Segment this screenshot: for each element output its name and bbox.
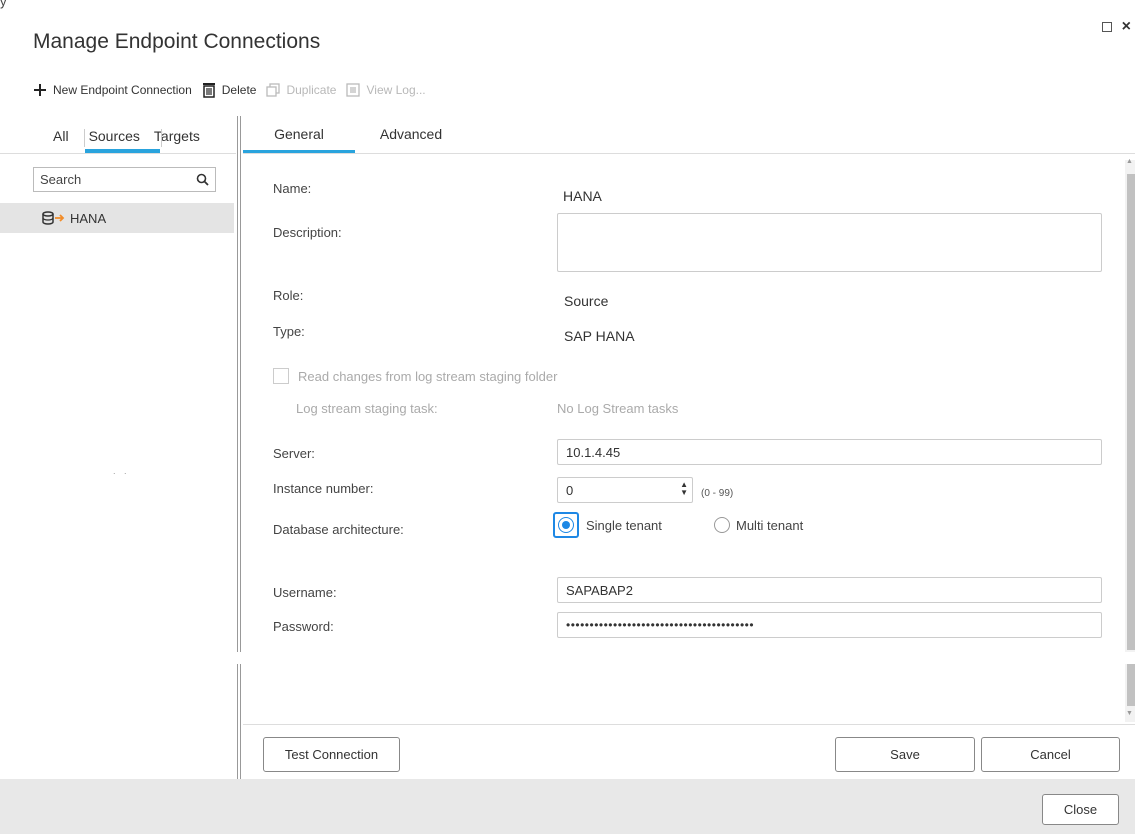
name-label: Name: <box>273 181 312 196</box>
search-placeholder: Search <box>40 172 82 187</box>
type-value: SAP HANA <box>564 328 635 344</box>
source-database-icon <box>42 211 65 225</box>
tab-divider <box>161 129 162 147</box>
save-button[interactable]: Save <box>835 737 975 772</box>
close-icon[interactable]: × <box>1122 19 1131 35</box>
tab-divider <box>84 129 85 147</box>
description-field[interactable] <box>557 213 1102 272</box>
instance-number-stepper[interactable]: 0 ▲ ▼ <box>557 477 693 503</box>
dialog-footer-bar <box>0 779 1135 834</box>
search-input[interactable]: Search <box>33 167 216 192</box>
logstream-checkbox-label: Read changes from log stream staging fol… <box>298 369 558 384</box>
role-value: Source <box>564 293 609 309</box>
tab-all[interactable]: All <box>33 126 87 154</box>
radio-multi-tenant[interactable]: Multi tenant <box>714 517 803 533</box>
detail-tabs: General Advanced <box>243 126 467 154</box>
password-field[interactable]: •••••••••••••••••••••••••••••••••••••••• <box>557 612 1102 638</box>
password-label: Password: <box>273 619 334 634</box>
radio-unselected-icon[interactable] <box>714 517 730 533</box>
instance-range-hint: (0 - 99) <box>701 488 734 499</box>
duplicate-button[interactable]: Duplicate <box>266 83 336 97</box>
dialog-title: Manage Endpoint Connections <box>33 30 321 53</box>
type-label: Type: <box>273 324 305 339</box>
username-field[interactable]: SAPABAP2 <box>557 577 1102 603</box>
server-label: Server: <box>273 446 315 461</box>
endpoint-list-item[interactable]: HANA <box>0 203 234 233</box>
maximize-icon[interactable] <box>1101 22 1112 32</box>
radio-single-tenant[interactable]: Single tenant <box>558 517 662 533</box>
scrollbar-thumb[interactable] <box>1127 664 1135 706</box>
toolbar: New Endpoint Connection Delete Duplicate… <box>33 82 436 98</box>
logstream-task-label: Log stream staging task: <box>296 401 438 416</box>
scroll-up-icon[interactable]: ▲ <box>1126 158 1133 165</box>
server-field[interactable]: 10.1.4.45 <box>557 439 1102 465</box>
cancel-button[interactable]: Cancel <box>981 737 1120 772</box>
logstream-task-value: No Log Stream tasks <box>557 401 679 416</box>
window-controls: × <box>1101 19 1131 35</box>
tab-general[interactable]: General <box>243 126 355 154</box>
vertical-scrollbar[interactable] <box>1125 160 1135 652</box>
multi-tenant-label: Multi tenant <box>736 517 804 533</box>
view-log-label: View Log... <box>366 83 426 97</box>
password-value: •••••••••••••••••••••••••••••••••••••••• <box>566 618 755 632</box>
role-label: Role: <box>273 288 304 303</box>
delete-button[interactable]: Delete <box>202 82 257 98</box>
divider <box>243 153 1135 154</box>
instance-number-value: 0 <box>566 482 574 498</box>
test-connection-button[interactable]: Test Connection <box>263 737 400 772</box>
scroll-down-icon[interactable]: ▼ <box>1126 710 1133 717</box>
log-icon <box>346 83 361 97</box>
username-value: SAPABAP2 <box>566 582 633 598</box>
divider <box>0 153 236 154</box>
tab-advanced[interactable]: Advanced <box>355 126 467 154</box>
new-endpoint-button[interactable]: New Endpoint Connection <box>33 83 192 97</box>
plus-icon <box>34 84 46 96</box>
database-architecture-label: Database architecture: <box>273 522 404 537</box>
view-log-button[interactable]: View Log... <box>346 83 426 97</box>
stepper-arrows-icon[interactable]: ▲ ▼ <box>680 481 688 497</box>
duplicate-label: Duplicate <box>286 83 337 97</box>
username-label: Username: <box>273 585 337 600</box>
close-button[interactable]: Close <box>1042 794 1119 825</box>
cropped-text-fragment: y <box>0 0 7 9</box>
single-tenant-label: Single tenant <box>586 517 662 533</box>
divider <box>243 724 1135 725</box>
new-endpoint-label: New Endpoint Connection <box>53 83 192 97</box>
delete-label: Delete <box>221 83 257 97</box>
scrollbar-thumb[interactable] <box>1127 174 1135 650</box>
endpoint-label: HANA <box>70 210 107 226</box>
description-label: Description: <box>273 225 342 240</box>
name-value: HANA <box>563 188 602 204</box>
radio-selected-icon[interactable] <box>558 517 574 533</box>
panel-splitter[interactable] <box>237 116 241 652</box>
server-value: 10.1.4.45 <box>566 444 621 460</box>
duplicate-icon <box>266 83 281 97</box>
trash-icon <box>202 83 215 98</box>
instance-number-label: Instance number: <box>273 481 374 496</box>
search-icon[interactable] <box>196 173 209 186</box>
collapse-handle[interactable]: . . <box>113 466 130 476</box>
panel-splitter[interactable] <box>237 664 241 780</box>
logstream-checkbox[interactable] <box>273 368 289 384</box>
